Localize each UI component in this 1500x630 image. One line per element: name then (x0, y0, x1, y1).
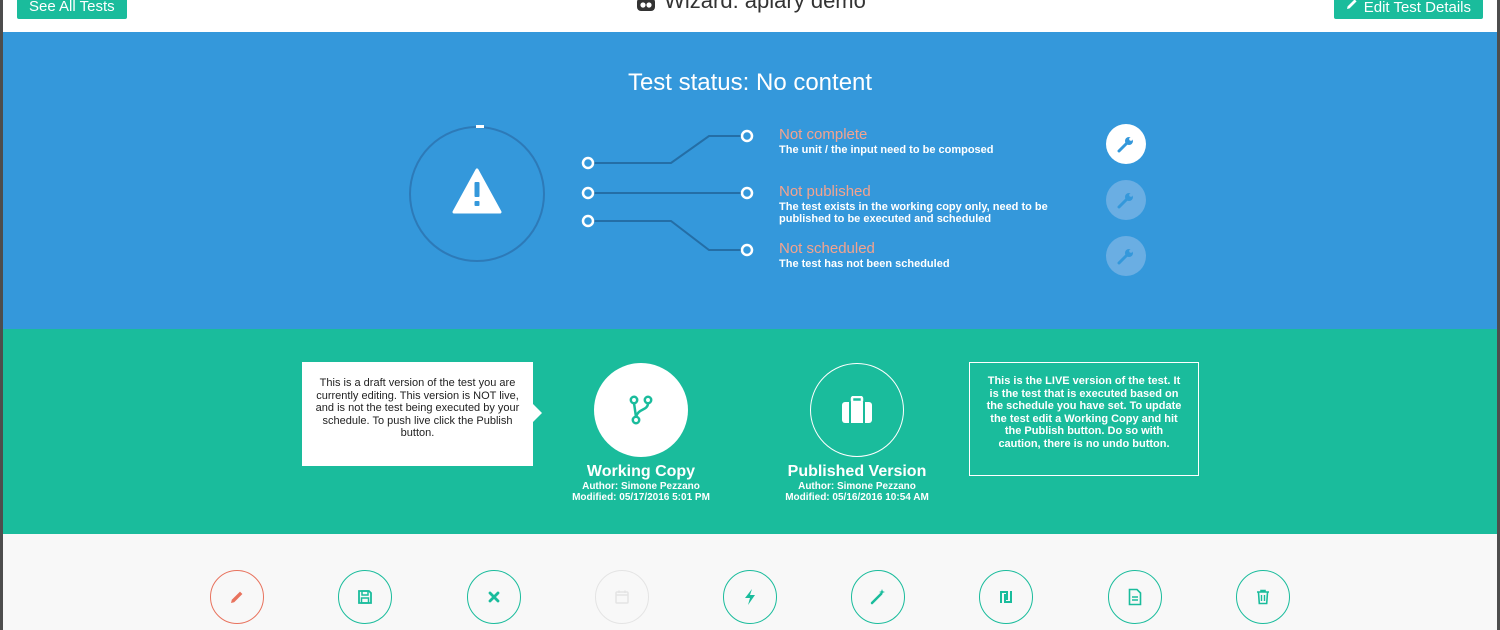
fix-not-published-button[interactable] (1106, 180, 1146, 220)
published-version-author: Author: Simone Pezzano (798, 481, 916, 492)
briefcase-icon (842, 396, 872, 423)
delete-action-button[interactable] (1236, 570, 1290, 624)
status-label: Not scheduled (779, 240, 875, 257)
published-version-title: Published Version (787, 463, 927, 480)
publish-action-button[interactable] (979, 570, 1033, 624)
wizard-action-button[interactable] (851, 570, 905, 624)
robot-icon (637, 0, 656, 11)
working-copy-author: Author: Simone Pezzano (582, 481, 700, 492)
warning-icon-dot (474, 201, 480, 206)
document-action-button[interactable] (1108, 570, 1162, 624)
status-label: Not complete (779, 126, 868, 143)
calendar-icon (615, 590, 629, 604)
draft-version-tooltip: This is a draft version of the test you … (302, 362, 542, 466)
document-icon (1128, 588, 1142, 606)
versions-panel: This is a draft version of the test you … (3, 329, 1497, 534)
trash-icon (1257, 589, 1269, 605)
actions-toolbar (3, 534, 1497, 630)
page-header: See All Tests Wizard: apiary demo Edit T… (3, 0, 1497, 32)
published-version-button[interactable] (810, 363, 904, 457)
magic-wand-icon (870, 589, 885, 605)
status-ring-marker (476, 125, 484, 128)
status-description: The test exists in the working copy only… (779, 201, 1048, 225)
run-action-button[interactable] (723, 570, 777, 624)
fix-not-complete-button[interactable] (1106, 124, 1146, 164)
bolt-icon (745, 589, 755, 605)
status-item-not-published: Not published The test exists in the wor… (779, 183, 1079, 225)
status-description: The unit / the input need to be composed (779, 144, 994, 156)
working-copy-title: Working Copy (586, 463, 696, 480)
edit-action-button[interactable] (210, 570, 264, 624)
working-copy-version: Working Copy Author: Simone Pezzano Modi… (551, 363, 731, 503)
branch-icon (629, 395, 653, 425)
live-version-info: This is the LIVE version of the test. It… (969, 362, 1199, 476)
close-icon (488, 591, 500, 603)
working-copy-modified: Modified: 05/17/2016 5:01 PM (572, 492, 710, 503)
edit-test-details-button[interactable]: Edit Test Details (1333, 0, 1483, 19)
warning-icon-bar (474, 182, 480, 197)
status-diagram (409, 125, 754, 262)
working-copy-button[interactable] (594, 363, 688, 457)
save-icon (358, 590, 372, 604)
status-item-not-scheduled: Not scheduled The test has not been sche… (779, 240, 1079, 270)
pencil-icon (231, 591, 243, 603)
status-panel: Test status: No content Not complete The… (3, 32, 1497, 329)
wrench-icon (1117, 193, 1133, 209)
discard-action-button[interactable] (467, 570, 521, 624)
status-label: Not published (779, 183, 871, 200)
app-frame: See All Tests Wizard: apiary demo Edit T… (3, 0, 1497, 630)
status-item-not-complete: Not complete The unit / the input need t… (779, 126, 1079, 156)
page-title: Wizard: apiary demo (3, 0, 1497, 14)
shekel-icon (1000, 591, 1012, 603)
schedule-action-button[interactable] (595, 570, 649, 624)
published-version-modified: Modified: 05/16/2016 10:54 AM (785, 492, 929, 503)
wrench-icon (1117, 249, 1133, 265)
save-action-button[interactable] (338, 570, 392, 624)
pencil-icon (1346, 0, 1358, 19)
page-title-text: Wizard: apiary demo (664, 0, 866, 13)
wrench-icon (1117, 137, 1133, 153)
edit-test-details-label: Edit Test Details (1363, 0, 1471, 16)
connector-lines (594, 135, 741, 251)
fix-not-scheduled-button[interactable] (1106, 236, 1146, 276)
status-description: The test has not been scheduled (779, 258, 950, 270)
published-version: Published Version Author: Simone Pezzano… (767, 363, 947, 503)
